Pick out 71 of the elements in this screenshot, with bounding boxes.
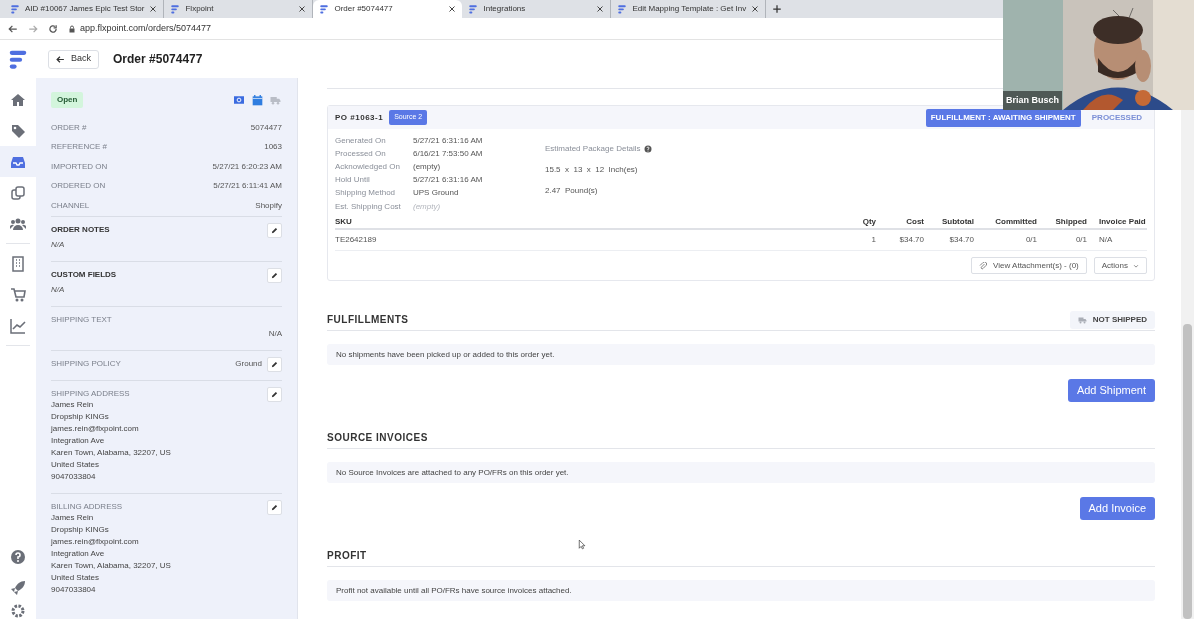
empty-message: Profit not available until all PO/FRs have source invoices attached. bbox=[327, 580, 1155, 602]
table-cell-text: $34.70 bbox=[948, 234, 974, 247]
add-button[interactable]: Add Shipment bbox=[1067, 379, 1155, 403]
detail-value: UPS Ground bbox=[413, 187, 459, 200]
column-header: Invoice Paid bbox=[1098, 216, 1147, 229]
detail-label: Shipping Method bbox=[335, 187, 397, 200]
browser-tab[interactable]: Order #5074477 bbox=[313, 0, 463, 18]
empty-message: No shipments have been picked up or added to this order yet. bbox=[327, 344, 1155, 366]
table-cell-text: 0/1 bbox=[1074, 234, 1087, 247]
column-header: Cost bbox=[905, 216, 924, 229]
section-label: SHIPPING POLICY bbox=[51, 358, 121, 370]
section-title: PROFIT bbox=[327, 549, 367, 564]
detail-label: Acknowledged On bbox=[335, 160, 401, 173]
table-cell-text: 0/1 bbox=[1024, 234, 1037, 247]
detail-value: (empty) bbox=[413, 160, 441, 173]
column-header: Shipped bbox=[1054, 216, 1087, 229]
address-text: James Rein Dropship KINGs james.rein@flxpoint.com Integration Ave Karen Town, Alabama, 32207, US United States 9047033804 bbox=[51, 398, 172, 483]
empty-message: No Source Invoices are attached to any PO/FRs on this order yet. bbox=[327, 462, 1155, 484]
detail-label: Est. Shipping Cost bbox=[335, 200, 402, 213]
section-label: SHIPPING TEXT bbox=[51, 314, 112, 326]
field-value: 5074477 bbox=[250, 121, 282, 134]
status-label: PROCESSED bbox=[1090, 111, 1143, 124]
detail-label: Hold Until bbox=[335, 174, 371, 187]
field-value: 5/27/21 6:11:41 AM bbox=[213, 180, 282, 193]
field-value: 1063 bbox=[264, 141, 282, 154]
column-header: Committed bbox=[994, 216, 1037, 229]
detail-label: Processed On bbox=[335, 147, 387, 160]
field-value: N/A bbox=[51, 283, 66, 296]
section-label: ORDER NOTES bbox=[51, 224, 110, 236]
status-text: NOT SHIPPED bbox=[1092, 313, 1147, 326]
detail-value: 6/16/21 7:53:50 AM bbox=[413, 147, 483, 160]
add-button[interactable]: Add Invoice bbox=[1079, 497, 1155, 521]
page-title: Order #5074477 bbox=[113, 51, 203, 68]
section-label: SHIPPING ADDRESS bbox=[51, 388, 130, 400]
address-text: James Rein Dropship KINGs james.rein@flxpoint.com Integration Ave Karen Town, Alabama, 32207, US United States 9047033804 bbox=[51, 511, 172, 596]
column-header: Qty bbox=[861, 216, 876, 229]
field-value: 5/27/21 6:20:23 AM bbox=[212, 160, 282, 173]
back-button[interactable]: Back bbox=[48, 49, 99, 69]
participant-name: Brian Busch bbox=[1003, 91, 1062, 110]
detail-value: 5/27/21 6:31:16 AM bbox=[413, 174, 483, 187]
field-label: CHANNEL bbox=[51, 199, 90, 212]
field-label: IMPORTED ON bbox=[51, 160, 108, 173]
detail-label: Generated On bbox=[335, 134, 387, 147]
attachments-button[interactable]: View Attachment(s) - (0) bbox=[971, 257, 1087, 275]
package-title: Estimated Package Details bbox=[545, 143, 641, 155]
status-badge: Open bbox=[51, 92, 84, 108]
package-dimensions: 15.5 x 13 x 12 Inch(es) bbox=[545, 164, 639, 176]
field-label: ORDERED ON bbox=[51, 180, 106, 193]
field-value: N/A bbox=[267, 327, 282, 340]
table-cell-text: 1 bbox=[870, 234, 876, 247]
section-title: FULFILLMENTS bbox=[327, 313, 409, 328]
field-label: REFERENCE # bbox=[51, 141, 107, 154]
package-weight: 2.47 Pound(s) bbox=[545, 185, 599, 197]
actions-button[interactable]: Actions bbox=[1093, 257, 1147, 275]
po-number: PO #1063-1 bbox=[335, 111, 384, 124]
section-label: CUSTOM FIELDS bbox=[51, 269, 117, 281]
column-header: Subtotal bbox=[941, 216, 974, 229]
detail-value: (empty) bbox=[413, 200, 441, 213]
status-badge: FULFILLMENT : AWAITING SHIPMENT bbox=[925, 108, 1081, 127]
table-cell-text: $34.70 bbox=[898, 234, 924, 247]
column-header: SKU bbox=[335, 216, 353, 229]
field-value: N/A bbox=[51, 238, 66, 251]
url-text[interactable]: app.flxpoint.com/orders/5074477 bbox=[80, 21, 212, 36]
detail-value: 5/27/21 6:31:16 AM bbox=[413, 134, 483, 147]
table-cell-text: N/A bbox=[1098, 234, 1114, 247]
field-label: ORDER # bbox=[51, 121, 87, 134]
section-title: SOURCE INVOICES bbox=[327, 431, 428, 446]
field-value: Ground bbox=[235, 358, 262, 370]
table-cell-text: TE2642189 bbox=[335, 234, 378, 247]
section-label: BILLING ADDRESS bbox=[51, 501, 123, 513]
field-value: Shopify bbox=[255, 199, 282, 212]
